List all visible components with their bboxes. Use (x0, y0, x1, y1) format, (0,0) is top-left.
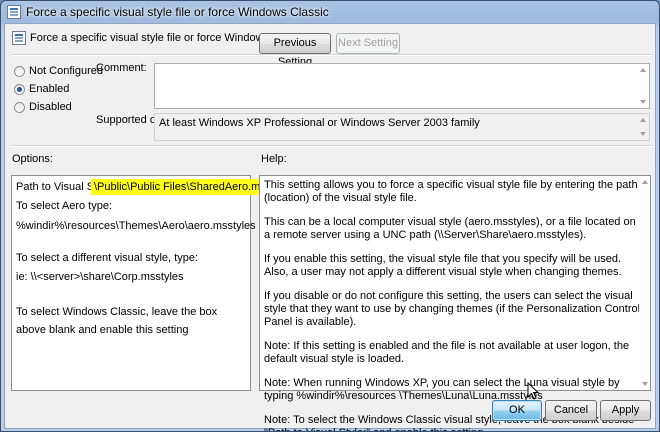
help-panel: This setting allows you to force a speci… (259, 175, 651, 431)
next-setting-button[interactable]: Next Setting (336, 33, 400, 54)
radio-button[interactable] (14, 101, 25, 113)
options-panel: Path to Visual Style: \Public\Public Fil… (11, 175, 297, 391)
options-text-line: %windir%\resources\Themes\Aero\aero.msst… (16, 220, 256, 232)
help-heading: Help: (261, 153, 287, 165)
radio-disabled[interactable]: Disabled (14, 101, 72, 113)
options-text-line: To select Windows Classic, leave the box (16, 306, 218, 318)
radio-label: Not Configured (29, 65, 103, 77)
title-bar[interactable]: Force a specific visual style file or fo… (1, 1, 659, 23)
scroll-up-arrow-icon[interactable] (640, 68, 646, 72)
previous-setting-button[interactable]: Previous Setting (259, 33, 331, 68)
mouse-pointer-icon (527, 382, 540, 400)
options-heading: Options: (12, 153, 53, 165)
ok-button[interactable]: OK (492, 400, 542, 421)
policy-dialog-window: Force a specific visual style file or fo… (0, 0, 660, 432)
radio-button[interactable] (14, 83, 25, 95)
scroll-down-arrow-icon[interactable] (640, 132, 646, 136)
apply-button[interactable]: Apply (600, 400, 651, 421)
help-paragraph: This can be a local computer visual styl… (264, 216, 636, 241)
options-text-line: ie: \\<server>\share\Corp.msstyles (16, 271, 184, 283)
supported-on-field: At least Windows XP Professional or Wind… (154, 113, 650, 141)
help-paragraph: Note: If this setting is enabled and the… (264, 340, 630, 365)
radio-label: Disabled (29, 101, 72, 113)
supported-on-value: At least Windows XP Professional or Wind… (159, 117, 480, 129)
help-text: This setting allows you to force a speci… (264, 179, 642, 431)
help-paragraph: This setting allows you to force a speci… (264, 179, 638, 204)
policy-setting-icon (12, 31, 26, 45)
comment-label: Comment: (96, 62, 147, 74)
comment-textarea[interactable] (154, 63, 650, 109)
options-text-line: To select Aero type: (16, 200, 112, 212)
radio-button[interactable] (14, 65, 25, 77)
scroll-up-arrow-icon[interactable] (642, 180, 648, 184)
help-paragraph: If you disable or do not configure this … (264, 290, 641, 328)
header-divider (11, 54, 653, 56)
middle-divider (11, 145, 653, 147)
radio-label: Enabled (29, 83, 70, 95)
options-text-line: above blank and enable this setting (16, 324, 189, 336)
radio-enabled[interactable]: Enabled (14, 83, 69, 95)
help-scrollbar[interactable] (639, 176, 650, 390)
comment-scrollbar[interactable] (637, 64, 649, 108)
supported-scrollbar[interactable] (637, 114, 649, 140)
help-paragraph: If you enable this setting, the visual s… (264, 253, 622, 278)
scroll-up-arrow-icon[interactable] (640, 118, 646, 122)
dialog-body: Force a specific visual style file or fo… (4, 23, 656, 431)
radio-not-configured[interactable]: Not Configured (14, 65, 103, 77)
window-title: Force a specific visual style file or fo… (26, 5, 329, 19)
scroll-down-arrow-icon[interactable] (640, 100, 646, 104)
policy-setting-icon (7, 5, 21, 19)
scroll-down-arrow-icon[interactable] (642, 382, 648, 386)
options-text-line: To select a different visual style, type… (16, 252, 198, 264)
cancel-button[interactable]: Cancel (545, 400, 597, 421)
